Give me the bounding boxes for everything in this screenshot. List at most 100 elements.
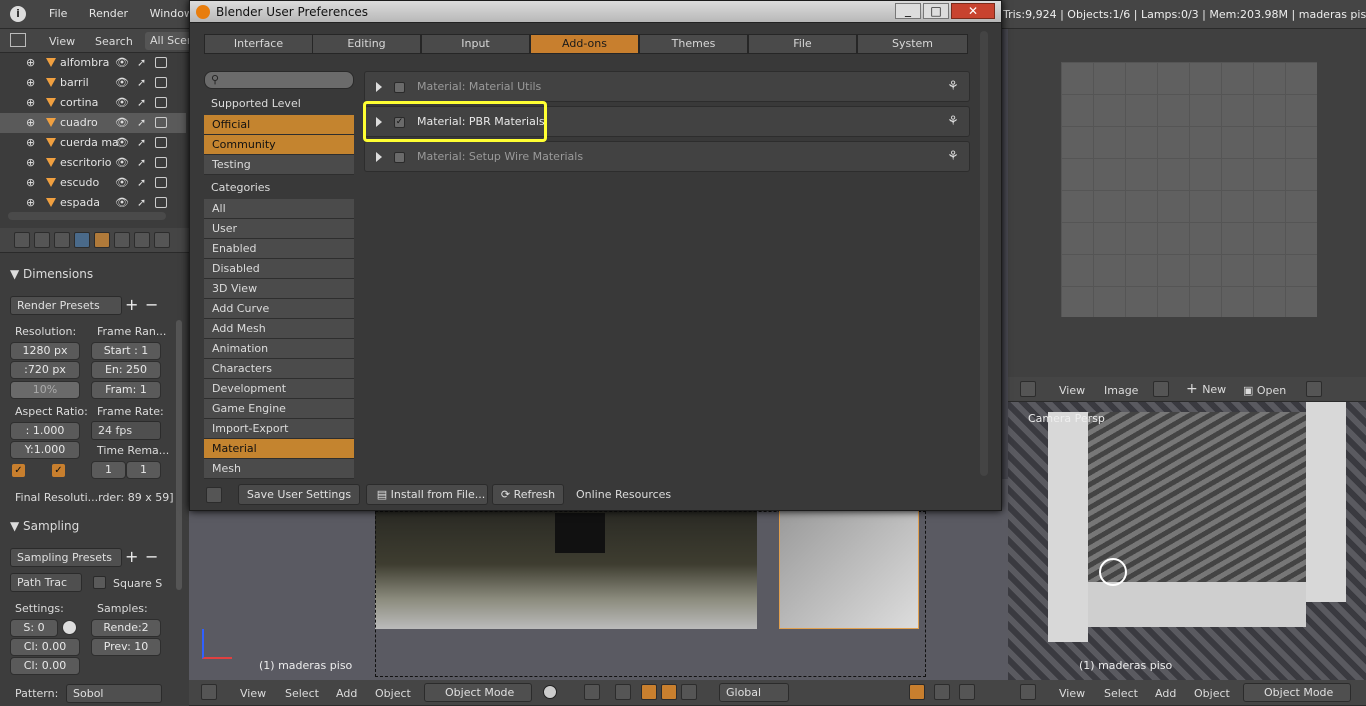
orientation-dropdown[interactable]: Global (719, 683, 789, 702)
render-camera-icon[interactable] (155, 97, 167, 108)
remove-sampling-preset-icon[interactable]: − (145, 547, 158, 566)
add-menu[interactable]: Add (336, 687, 357, 700)
expand-icon[interactable]: ⊕ (26, 113, 35, 133)
snap-icon[interactable] (934, 684, 950, 700)
preferences-editor-icon[interactable] (206, 487, 222, 503)
visibility-eye-icon[interactable]: 👁 (115, 53, 129, 73)
visibility-eye-icon[interactable]: 👁 (115, 193, 129, 213)
category-option[interactable]: Development (204, 379, 354, 399)
category-option[interactable]: Disabled (204, 259, 354, 279)
resolution-y-field[interactable]: :720 px (10, 361, 80, 379)
visibility-eye-icon[interactable]: 👁 (115, 133, 129, 153)
render-presets-dropdown[interactable]: Render Presets (10, 296, 122, 315)
outliner-search-menu[interactable]: Search (95, 35, 133, 48)
addon-row[interactable]: Material: Setup Wire Materials ⚘ (364, 141, 970, 172)
pattern-dropdown[interactable]: Sobol (66, 684, 162, 703)
tab-add-ons[interactable]: Add-ons (530, 34, 639, 54)
outliner-scene-dropdown[interactable]: All Scenes (145, 32, 189, 50)
clamp-indirect-field[interactable]: Cl: 0.00 (10, 657, 80, 675)
render-camera-icon[interactable] (155, 197, 167, 208)
category-option[interactable]: Material (204, 439, 354, 459)
add-preset-icon[interactable]: + (125, 295, 138, 314)
image-editor[interactable] (1008, 29, 1366, 377)
expand-icon[interactable]: ⊕ (26, 73, 35, 93)
addons-scrollbar[interactable] (980, 31, 988, 476)
remove-preset-icon[interactable]: − (145, 295, 158, 314)
manipulator-icon[interactable] (615, 684, 631, 700)
addon-row[interactable]: Material: Material Utils ⚘ (364, 71, 970, 102)
save-user-settings-button[interactable]: Save User Settings (238, 484, 360, 505)
integrator-dropdown[interactable]: Path Trac (10, 573, 82, 592)
install-from-file-button[interactable]: ▤ Install from File... (366, 484, 488, 505)
pin-icon[interactable] (1306, 381, 1322, 397)
shading-icon[interactable] (543, 685, 557, 699)
level-option[interactable]: Community (204, 135, 354, 155)
tab-interface[interactable]: Interface (204, 34, 313, 54)
pivot-icon[interactable] (584, 684, 600, 700)
image-editor-type-icon[interactable] (1020, 381, 1036, 397)
category-option[interactable]: Import-Export (204, 419, 354, 439)
outliner-item[interactable]: ⊕ espada 👁 ➚ (0, 193, 186, 213)
info-icon[interactable]: i (10, 6, 26, 22)
outliner-item[interactable]: ⊕ cuerda ma 👁 ➚ (0, 133, 186, 153)
tab-input[interactable]: Input (421, 34, 530, 54)
category-option[interactable]: Animation (204, 339, 354, 359)
refresh-button[interactable]: ⟳ Refresh (492, 484, 564, 505)
tab-editing[interactable]: Editing (312, 34, 421, 54)
category-option[interactable]: Mesh (204, 459, 354, 479)
preview-samples-field[interactable]: Prev: 10 (91, 638, 161, 656)
selectable-arrow-icon[interactable]: ➚ (137, 133, 146, 153)
constraints-tab-icon[interactable] (114, 232, 130, 248)
camera-select-menu[interactable]: Select (1104, 687, 1138, 700)
render-camera-icon[interactable] (155, 137, 167, 148)
category-option[interactable]: Enabled (204, 239, 354, 259)
menu-file[interactable]: File (40, 0, 76, 28)
proportional-icon[interactable] (909, 684, 925, 700)
render-camera-icon[interactable] (155, 177, 167, 188)
outliner-editor-icon[interactable] (10, 33, 26, 47)
level-option[interactable]: Testing (204, 155, 354, 175)
image-view-menu[interactable]: View (1059, 384, 1085, 397)
sampling-presets-dropdown[interactable]: Sampling Presets (10, 548, 122, 567)
visibility-eye-icon[interactable]: 👁 (115, 73, 129, 93)
open-image-button[interactable]: ▣ Open (1243, 384, 1286, 397)
category-option[interactable]: All (204, 199, 354, 219)
camera-viewport[interactable]: Camera Persp (1) maderas piso (1008, 402, 1366, 680)
category-option[interactable]: Add Mesh (204, 319, 354, 339)
tab-themes[interactable]: Themes (639, 34, 748, 54)
view-menu[interactable]: View (240, 687, 266, 700)
expand-icon[interactable]: ⊕ (26, 133, 35, 153)
camera-object-menu[interactable]: Object (1194, 687, 1230, 700)
selectable-arrow-icon[interactable]: ➚ (137, 53, 146, 73)
seed-clock-icon[interactable] (62, 620, 77, 635)
frame-step-field[interactable]: Fram: 1 (91, 381, 161, 399)
render-camera-icon[interactable] (155, 157, 167, 168)
aspect-y-field[interactable]: Y:1.000 (10, 441, 80, 459)
online-resources-link[interactable]: Online Resources (576, 488, 671, 501)
new-image-button[interactable]: + New (1186, 381, 1226, 397)
visibility-eye-icon[interactable]: 👁 (115, 173, 129, 193)
frame-rate-dropdown[interactable]: 24 fps (91, 421, 161, 440)
modifiers-tab-icon[interactable] (134, 232, 150, 248)
object-menu[interactable]: Object (375, 687, 411, 700)
tab-system[interactable]: System (857, 34, 968, 54)
outliner-item[interactable]: ⊕ cortina 👁 ➚ (0, 93, 186, 113)
data-tab-icon[interactable] (154, 232, 170, 248)
frame-end-field[interactable]: En: 250 (91, 361, 161, 379)
camera-view-menu[interactable]: View (1059, 687, 1085, 700)
image-browse-icon[interactable] (1153, 381, 1169, 397)
expand-icon[interactable]: ⊕ (26, 193, 35, 213)
addon-search-field[interactable]: ⚲ (204, 71, 354, 89)
camera-add-menu[interactable]: Add (1155, 687, 1176, 700)
crop-checkbox[interactable]: ✓ (52, 464, 65, 477)
aspect-x-field[interactable]: : 1.000 (10, 422, 80, 440)
expand-triangle-icon[interactable] (376, 152, 382, 162)
render-camera-icon[interactable] (155, 77, 167, 88)
remap-new-field[interactable]: 1 (126, 461, 161, 479)
tab-file[interactable]: File (748, 34, 857, 54)
minimize-button[interactable]: _ (895, 3, 921, 19)
category-option[interactable]: Characters (204, 359, 354, 379)
outliner-item[interactable]: ⊕ barril 👁 ➚ (0, 73, 186, 93)
square-samples-checkbox[interactable] (93, 576, 106, 589)
scale-icon[interactable] (681, 684, 697, 700)
